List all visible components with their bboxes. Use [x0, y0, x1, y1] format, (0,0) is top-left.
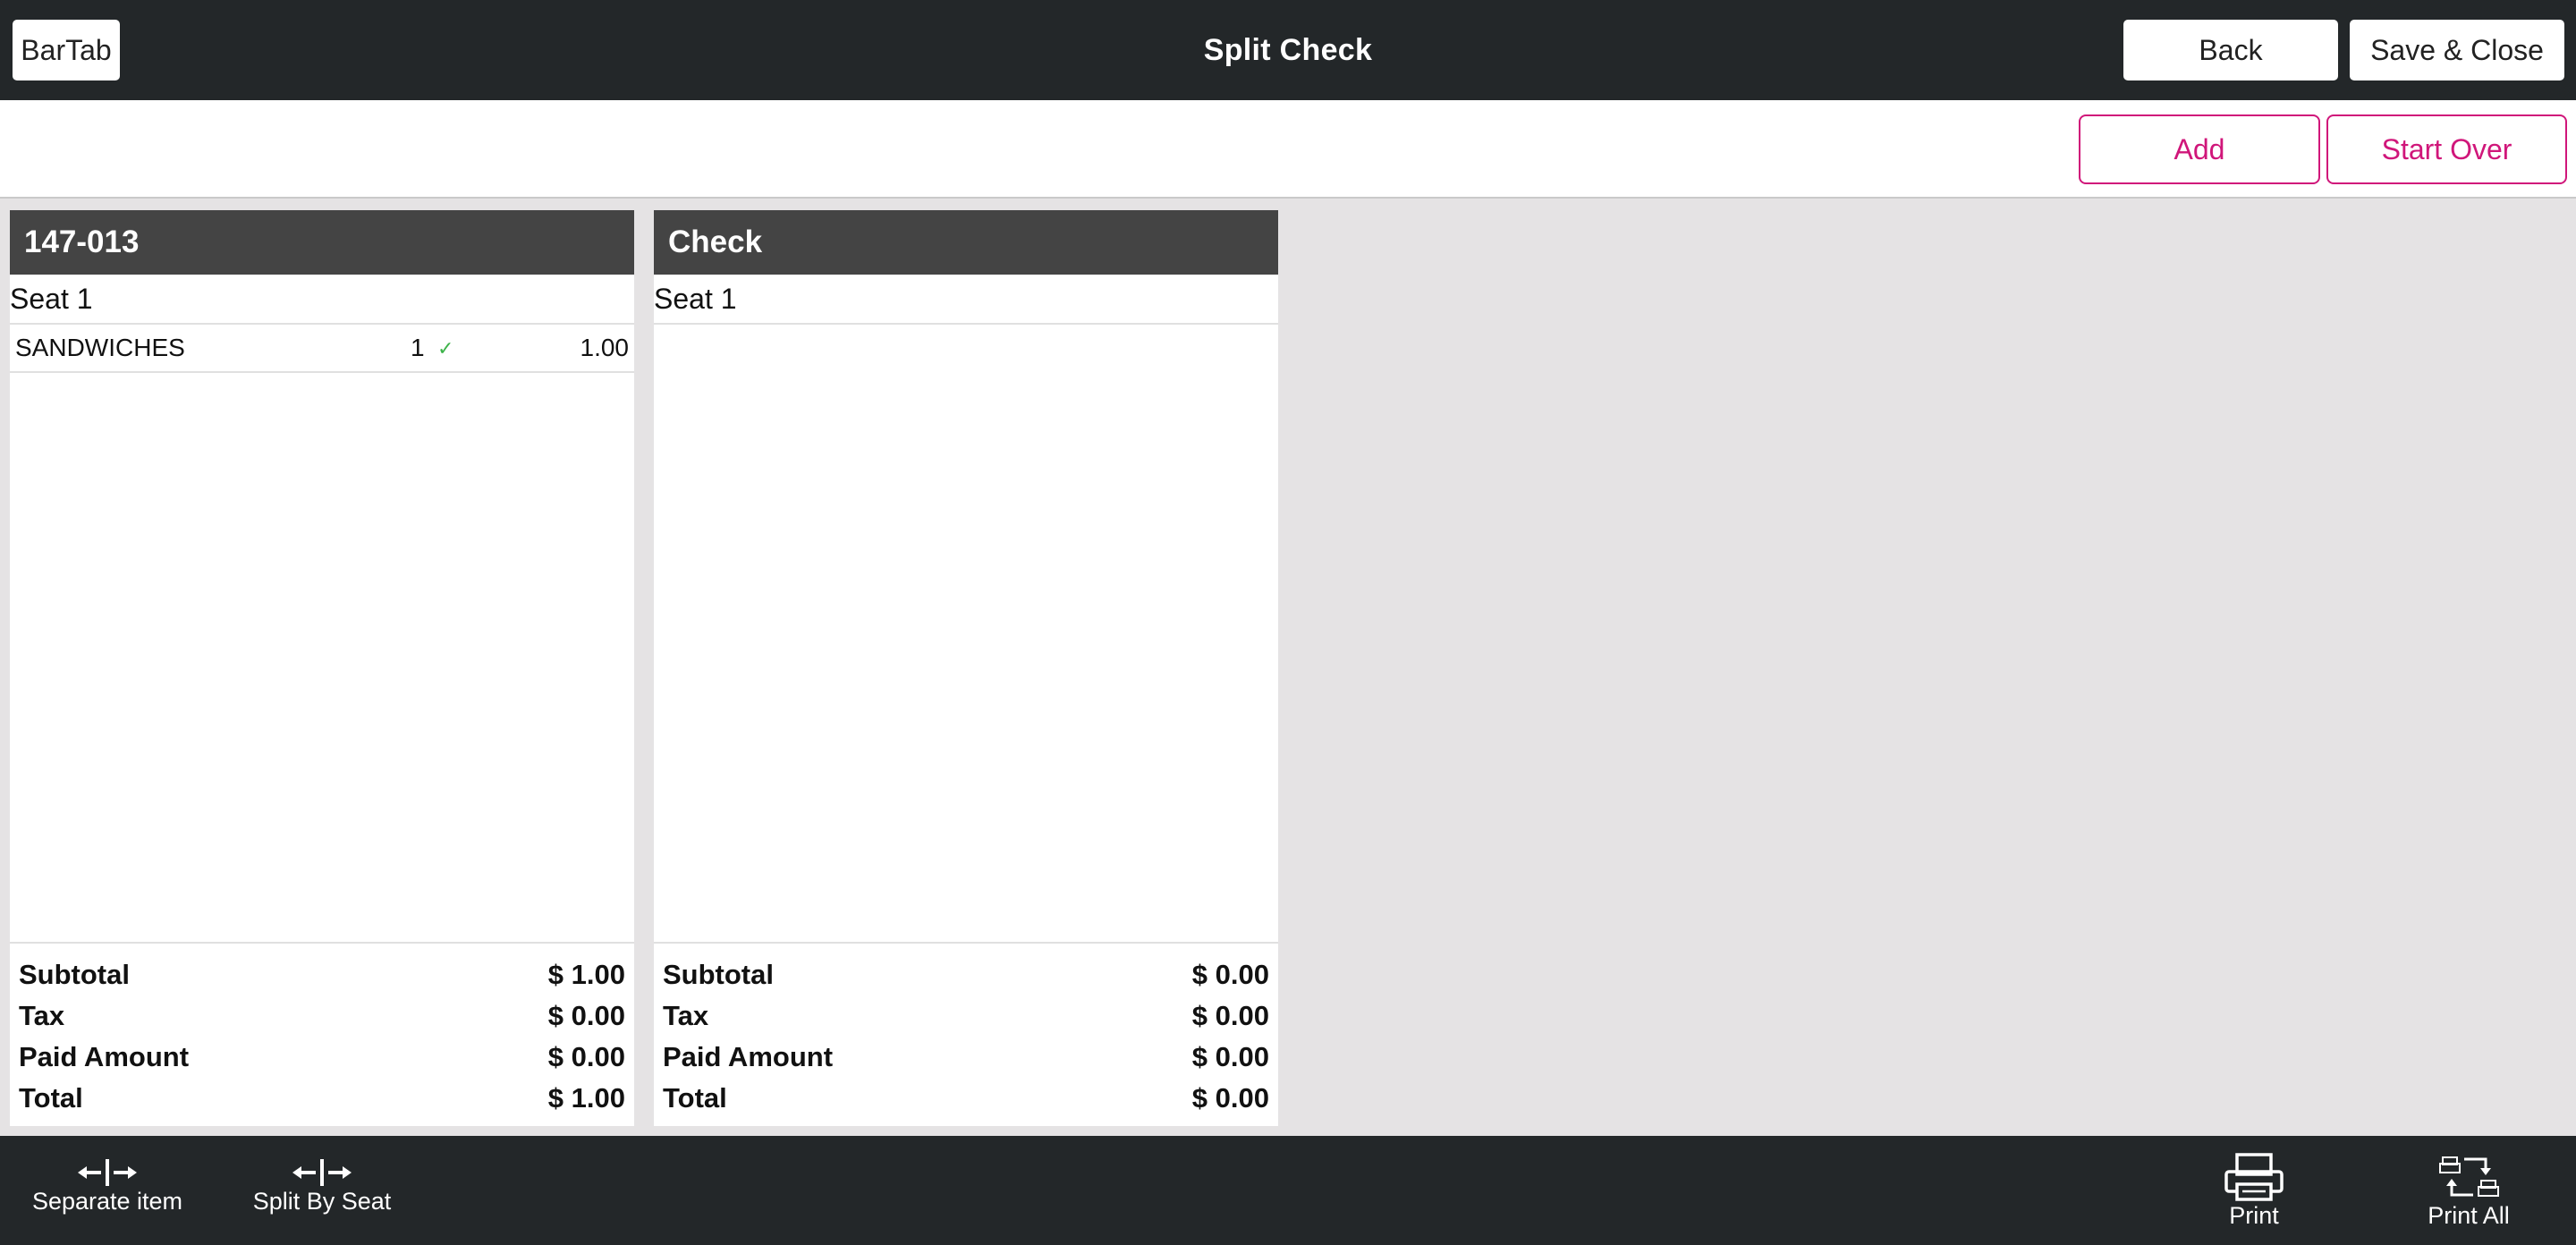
- subtotal-value: $ 0.00: [1191, 959, 1269, 990]
- tax-row: Tax $ 0.00: [10, 995, 634, 1037]
- checkmark-icon: ✓: [437, 337, 454, 360]
- check-panel-1[interactable]: 147-013 Seat 1 SANDWICHES 1 ✓ 1.00 Subto…: [10, 210, 634, 1126]
- bottom-toolbar: Separate item Split By Seat Print Print …: [0, 1136, 2576, 1245]
- printer-icon: [2224, 1153, 2284, 1201]
- separate-item-button[interactable]: Separate item: [23, 1157, 191, 1215]
- start-over-button[interactable]: Start Over: [2326, 114, 2567, 184]
- paid-row: Paid Amount $ 0.00: [654, 1037, 1278, 1078]
- print-all-icon: [2439, 1156, 2499, 1197]
- tax-label: Tax: [19, 1000, 65, 1031]
- total-value: $ 1.00: [547, 1082, 625, 1114]
- check-title: Check: [654, 210, 1278, 275]
- split-by-seat-label: Split By Seat: [252, 1188, 392, 1215]
- item-price: 1.00: [580, 334, 630, 361]
- separate-item-label: Separate item: [31, 1188, 183, 1215]
- total-value: $ 0.00: [1191, 1082, 1269, 1114]
- total-label: Total: [19, 1082, 83, 1114]
- back-button[interactable]: Back: [2123, 20, 2338, 80]
- item-name: SANDWICHES: [15, 334, 185, 361]
- save-close-button[interactable]: Save & Close: [2350, 20, 2564, 80]
- subtotal-row: Subtotal $ 0.00: [654, 954, 1278, 995]
- paid-row: Paid Amount $ 0.00: [10, 1037, 634, 1078]
- print-label: Print: [2229, 1202, 2279, 1229]
- paid-label: Paid Amount: [663, 1041, 834, 1072]
- print-button[interactable]: Print: [2209, 1152, 2299, 1230]
- total-row: Total $ 1.00: [10, 1078, 634, 1119]
- action-toolbar: Add Start Over: [0, 100, 2576, 199]
- top-bar: BarTab Split Check Back Save & Close: [0, 0, 2576, 100]
- separate-arrows-icon: [78, 1159, 137, 1186]
- subtotal-row: Subtotal $ 1.00: [10, 954, 634, 995]
- total-label: Total: [663, 1082, 727, 1114]
- paid-value: $ 0.00: [1191, 1041, 1269, 1072]
- bartab-button[interactable]: BarTab: [13, 20, 120, 80]
- seat-label[interactable]: Seat 1: [10, 275, 634, 325]
- item-qty: 1: [411, 334, 425, 361]
- list-item[interactable]: SANDWICHES 1 ✓ 1.00: [10, 325, 634, 373]
- split-seat-arrows-icon: [292, 1159, 352, 1186]
- check-title: 147-013: [10, 210, 634, 275]
- check-panel-2[interactable]: Check Seat 1 Subtotal $ 0.00 Tax $ 0.00 …: [654, 210, 1278, 1126]
- paid-value: $ 0.00: [547, 1041, 625, 1072]
- print-all-button[interactable]: Print All: [2415, 1154, 2522, 1230]
- add-check-button[interactable]: Add: [2079, 114, 2320, 184]
- subtotal-label: Subtotal: [19, 959, 130, 990]
- tax-value: $ 0.00: [1191, 1000, 1269, 1031]
- check-totals: Subtotal $ 1.00 Tax $ 0.00 Paid Amount $…: [10, 942, 634, 1126]
- paid-label: Paid Amount: [19, 1041, 190, 1072]
- subtotal-label: Subtotal: [663, 959, 774, 990]
- tax-row: Tax $ 0.00: [654, 995, 1278, 1037]
- split-by-seat-button[interactable]: Split By Seat: [242, 1157, 402, 1215]
- total-row: Total $ 0.00: [654, 1078, 1278, 1119]
- check-totals: Subtotal $ 0.00 Tax $ 0.00 Paid Amount $…: [654, 942, 1278, 1126]
- tax-label: Tax: [663, 1000, 709, 1031]
- subtotal-value: $ 1.00: [547, 959, 625, 990]
- seat-label[interactable]: Seat 1: [654, 275, 1278, 325]
- tax-value: $ 0.00: [547, 1000, 625, 1031]
- print-all-label: Print All: [2428, 1202, 2510, 1229]
